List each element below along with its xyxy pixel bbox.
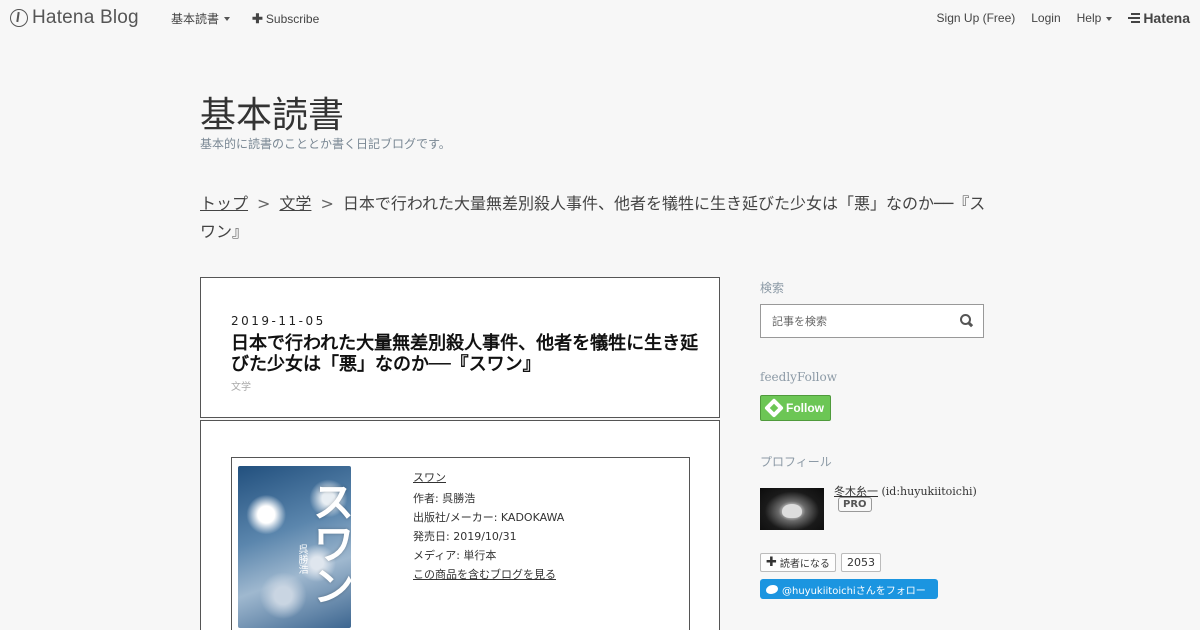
hatena-logo-icon xyxy=(10,9,28,27)
product-info: スワン 作者: 呉勝浩 出版社/メーカー: KADOKAWA 発売日: 2019… xyxy=(413,468,564,584)
book-cover-image[interactable]: スワン 呉勝浩 xyxy=(238,466,351,628)
breadcrumb-separator: > xyxy=(257,194,271,213)
entry-body: スワン 呉勝浩 スワン 作者: 呉勝浩 出版社/メーカー: KADOKAWA 発… xyxy=(200,420,720,630)
caret-down-icon xyxy=(224,17,231,21)
hatena-brand-label: Hatena xyxy=(1143,10,1190,26)
product-box: スワン 呉勝浩 スワン 作者: 呉勝浩 出版社/メーカー: KADOKAWA 発… xyxy=(231,457,690,630)
help-menu[interactable]: Help xyxy=(1077,11,1113,25)
product-name-link[interactable]: スワン xyxy=(413,468,564,487)
entry-date[interactable]: 2019-11-05 xyxy=(231,314,326,328)
search-box xyxy=(760,304,984,338)
plus-icon: ✚ xyxy=(252,10,263,26)
breadcrumb-category-link[interactable]: 文学 xyxy=(279,194,311,213)
reader-count: 2053 xyxy=(841,553,881,572)
signup-link[interactable]: Sign Up (Free) xyxy=(937,11,1016,25)
product-blogs-link[interactable]: この商品を含むブログを見る xyxy=(413,565,564,584)
entry-category[interactable]: 文学 xyxy=(231,378,251,393)
feedly-follow-button[interactable]: Follow xyxy=(760,395,831,421)
feedly-heading: feedlyFollow xyxy=(760,370,838,384)
blog-menu[interactable]: 基本読書 xyxy=(171,10,231,27)
product-release-date: 発売日: 2019/10/31 xyxy=(413,530,517,543)
cover-author: 呉勝浩 xyxy=(296,544,307,574)
avatar[interactable] xyxy=(760,488,824,530)
breadcrumb-top-link[interactable]: トップ xyxy=(200,194,248,213)
feedly-icon xyxy=(764,398,784,418)
twitter-follow-button[interactable]: @huyukiitoichiさんをフォロー xyxy=(760,579,938,599)
nav-right: Sign Up (Free) Login Help Hatena xyxy=(937,10,1190,26)
profile-id: (id:huyukiitoichi) xyxy=(881,485,977,498)
login-link[interactable]: Login xyxy=(1031,11,1060,25)
hatena-brand-link[interactable]: Hatena xyxy=(1128,10,1190,26)
feedly-follow-label: Follow xyxy=(786,401,824,415)
global-header: Hatena Blog 基本読書 ✚ Subscribe Sign Up (Fr… xyxy=(0,0,1200,36)
breadcrumb-separator: > xyxy=(320,194,334,213)
twitter-follow-label: @huyukiitoichiさんをフォロー xyxy=(782,585,926,597)
hatena-brand-icon xyxy=(1128,13,1141,23)
twitter-bird-icon xyxy=(766,584,778,594)
search-heading: 検索 xyxy=(760,281,785,295)
logo-text: Hatena Blog xyxy=(32,7,139,28)
hatena-blog-logo[interactable]: Hatena Blog xyxy=(10,6,139,30)
breadcrumb-current: 日本で行われた大量無差別殺人事件、他者を犠牲に生き延びた少女は「悪」なのか──『… xyxy=(200,194,986,241)
pro-badge: PRO xyxy=(838,497,872,512)
product-media: メディア: 単行本 xyxy=(413,549,497,562)
profile-heading: プロフィール xyxy=(760,455,832,469)
cover-title: スワン xyxy=(306,480,351,606)
entry-header: 2019-11-05 日本で行われた大量無差別殺人事件、他者を犠牲に生き延びた少… xyxy=(200,277,720,418)
subscribe-label: Subscribe xyxy=(265,11,320,26)
nav-left: 基本読書 ✚ Subscribe xyxy=(171,10,319,27)
search-input[interactable] xyxy=(762,306,952,336)
blog-menu-label: 基本読書 xyxy=(171,12,220,26)
search-icon[interactable] xyxy=(960,314,973,327)
subscribe-reader-button[interactable]: ✚ 読者になる xyxy=(760,553,836,572)
plus-icon: ✚ xyxy=(766,554,777,570)
caret-down-icon xyxy=(1106,16,1113,21)
product-publisher: 出版社/メーカー: KADOKAWA xyxy=(413,511,565,524)
breadcrumb: トップ > 文学 > 日本で行われた大量無差別殺人事件、他者を犠牲に生き延びた少女は「悪… xyxy=(200,190,1000,246)
reader-button-label: 読者になる xyxy=(779,559,830,570)
blog-description: 基本的に読書のこととか書く日記ブログです。 xyxy=(200,137,451,151)
blog-title[interactable]: 基本読書 xyxy=(200,86,344,138)
help-label: Help xyxy=(1076,11,1102,25)
subscribe-button[interactable]: ✚ Subscribe xyxy=(252,10,319,27)
entry-title[interactable]: 日本で行われた大量無差別殺人事件、他者を犠牲に生き延びた少女は「悪」なのか──『… xyxy=(231,333,701,375)
product-author: 作者: 呉勝浩 xyxy=(413,492,476,505)
